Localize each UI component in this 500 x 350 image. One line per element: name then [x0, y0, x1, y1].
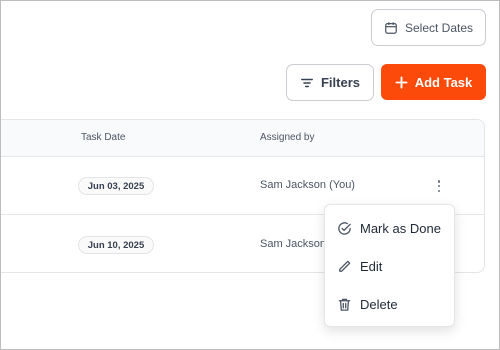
plus-icon — [395, 75, 408, 89]
menu-item-delete[interactable]: Delete — [325, 285, 454, 323]
task-date-badge: Jun 03, 2025 — [78, 177, 154, 195]
pencil-icon — [339, 260, 351, 272]
row-actions-menu: Mark as Done Edit Delete — [324, 204, 455, 327]
filters-label: Filters — [320, 75, 360, 90]
add-task-button[interactable]: Add Task — [381, 64, 486, 100]
assigned-by-text: Sam Jackson (You) — [260, 179, 355, 191]
column-header-task-date: Task Date — [81, 132, 126, 143]
row-actions-kebab-icon[interactable] — [433, 177, 445, 195]
menu-item-edit[interactable]: Edit — [325, 247, 454, 285]
menu-item-label: Edit — [360, 258, 383, 274]
trash-icon — [338, 298, 351, 311]
menu-item-mark-as-done[interactable]: Mark as Done — [325, 209, 454, 247]
select-dates-button[interactable]: Select Dates — [371, 9, 486, 46]
add-task-label: Add Task — [414, 74, 473, 90]
filter-lines-icon — [301, 78, 313, 87]
filters-button[interactable]: Filters — [286, 64, 374, 101]
column-header-assigned-by: Assigned by — [260, 132, 315, 143]
menu-item-label: Delete — [360, 296, 398, 312]
task-date-badge: Jun 10, 2025 — [78, 236, 154, 254]
menu-item-label: Mark as Done — [360, 220, 441, 236]
table-header: Task Date Assigned by — [0, 120, 484, 157]
check-circle-icon — [338, 221, 351, 235]
select-dates-label: Select Dates — [404, 20, 474, 35]
calendar-icon — [385, 21, 397, 34]
assigned-by-text: Sam Jackson — [260, 238, 327, 250]
